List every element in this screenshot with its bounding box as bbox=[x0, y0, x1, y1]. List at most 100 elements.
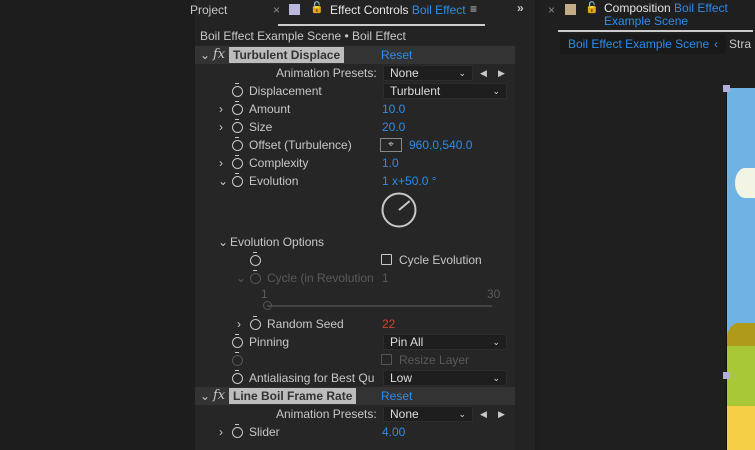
pinning-dropdown[interactable]: Pin All ⌄ bbox=[383, 334, 507, 350]
antialiasing-dropdown[interactable]: Low ⌄ bbox=[383, 370, 507, 386]
panel-menu-icon[interactable]: ≡ bbox=[470, 2, 477, 16]
stopwatch-icon[interactable] bbox=[232, 334, 243, 348]
evolution-angle-dial[interactable] bbox=[380, 191, 418, 229]
effect-name[interactable]: Turbulent Displace bbox=[229, 47, 345, 63]
chevron-down-icon: ⌄ bbox=[458, 409, 466, 419]
composition-panel: × 🔓 Composition Boil Effect Example Scen… bbox=[540, 0, 755, 450]
slider-max-label: 30 bbox=[487, 287, 501, 301]
presets-value: None bbox=[390, 407, 419, 421]
displacement-dropdown[interactable]: Turbulent ⌄ bbox=[383, 83, 507, 99]
stopwatch-icon[interactable] bbox=[250, 252, 261, 266]
group-label: Evolution Options bbox=[230, 235, 325, 249]
chevron-down-icon: ⌄ bbox=[458, 68, 466, 78]
breadcrumb-label: Boil Effect Example Scene bbox=[568, 37, 710, 51]
comp-breadcrumb-next[interactable]: Stra bbox=[729, 37, 751, 51]
param-label: Random Seed bbox=[267, 317, 344, 331]
stopwatch-icon bbox=[232, 352, 243, 366]
amount-value[interactable]: 10.0 bbox=[382, 100, 405, 118]
layer-handle-mid[interactable] bbox=[723, 372, 730, 379]
param-label: Evolution bbox=[249, 174, 299, 188]
prev-preset-icon[interactable]: ◀ bbox=[480, 64, 487, 82]
cycle-slider bbox=[267, 305, 492, 307]
tab-label: Effect Controls bbox=[330, 3, 409, 17]
tab-underline bbox=[278, 24, 485, 26]
effect-list: ⌄ fx Turbulent Displace Reset Animation … bbox=[195, 45, 515, 450]
dropdown-value: Turbulent bbox=[390, 84, 441, 98]
prev-preset-icon[interactable]: ◀ bbox=[480, 405, 487, 423]
size-value[interactable]: 20.0 bbox=[382, 118, 405, 136]
next-preset-icon[interactable]: ▶ bbox=[498, 64, 505, 82]
lock-icon[interactable]: 🔓 bbox=[310, 1, 324, 14]
project-tab[interactable]: Project bbox=[190, 3, 227, 17]
reset-button[interactable]: Reset bbox=[381, 387, 412, 405]
effect-header-line-boil-frame-rate[interactable]: ⌄ fx Line Boil Frame Rate Reset bbox=[195, 387, 515, 405]
lock-icon[interactable]: 🔓 bbox=[585, 1, 599, 14]
complexity-value[interactable]: 1.0 bbox=[382, 154, 399, 172]
overflow-chevrons-icon[interactable]: » bbox=[517, 1, 524, 15]
reset-button[interactable]: Reset bbox=[381, 46, 412, 64]
resize-layer-checkbox bbox=[381, 354, 392, 365]
close-tab-icon[interactable]: × bbox=[548, 3, 555, 17]
evolution-value[interactable]: 1 x+50.0 ° bbox=[382, 172, 437, 190]
param-slider: › Slider 4.00 bbox=[195, 423, 515, 441]
random-seed-value[interactable]: 22 bbox=[382, 315, 395, 333]
stopwatch-icon[interactable] bbox=[232, 137, 243, 151]
param-resize-layer: Resize Layer bbox=[195, 351, 515, 369]
param-label: Pinning bbox=[249, 335, 290, 349]
expand-chevron-icon[interactable]: › bbox=[237, 315, 241, 333]
stopwatch-icon[interactable] bbox=[232, 101, 243, 115]
param-displacement: Displacement Turbulent ⌄ bbox=[195, 82, 515, 100]
animation-presets-row: Animation Presets: None ⌄ ◀ ▶ bbox=[195, 64, 515, 82]
collapse-chevron-icon[interactable]: ⌄ bbox=[218, 233, 228, 251]
evolution-options-group[interactable]: ⌄ Evolution Options bbox=[195, 233, 515, 251]
layer-handle-top[interactable] bbox=[723, 85, 730, 92]
stopwatch-icon[interactable] bbox=[250, 316, 261, 330]
chevron-left-icon: ‹ bbox=[714, 37, 718, 51]
chevron-down-icon: ⌄ bbox=[492, 86, 500, 96]
presets-value: None bbox=[390, 66, 419, 80]
collapse-chevron-icon[interactable]: ⌄ bbox=[200, 387, 210, 405]
param-cycle: ⌄ Cycle (in Revolution 1 bbox=[195, 269, 515, 287]
chevron-down-icon: ⌄ bbox=[492, 373, 500, 383]
tab-layer-name: Boil Effect bbox=[411, 3, 466, 17]
slider-value[interactable]: 4.00 bbox=[382, 423, 405, 441]
grass bbox=[727, 346, 755, 406]
effect-header-turbulent-displace[interactable]: ⌄ fx Turbulent Displace Reset bbox=[195, 46, 515, 64]
presets-dropdown[interactable]: None ⌄ bbox=[383, 65, 473, 81]
expand-chevron-icon[interactable]: › bbox=[219, 423, 223, 441]
effect-controls-tab[interactable]: Effect Controls Boil Effect bbox=[330, 3, 466, 17]
close-tab-icon[interactable]: × bbox=[273, 3, 280, 17]
next-preset-icon[interactable]: ▶ bbox=[498, 405, 505, 423]
fx-icon[interactable]: fx bbox=[213, 46, 225, 64]
panel-color-swatch bbox=[565, 4, 576, 15]
expand-chevron-icon[interactable]: › bbox=[219, 154, 223, 172]
param-size: › Size 20.0 bbox=[195, 118, 515, 136]
effect-controls-panel: × 🔓 Effect Controls Boil Effect ≡ » Boil… bbox=[195, 0, 535, 450]
expand-chevron-icon[interactable]: › bbox=[219, 118, 223, 136]
composition-tab[interactable]: Composition Boil Effect Example Scene bbox=[604, 2, 752, 28]
stopwatch-icon[interactable] bbox=[232, 370, 243, 384]
fx-icon[interactable]: fx bbox=[213, 387, 225, 405]
crosshair-point-icon[interactable]: ⌖ bbox=[380, 138, 402, 152]
stopwatch-icon[interactable] bbox=[232, 424, 243, 438]
cycle-evolution-checkbox[interactable] bbox=[381, 254, 392, 265]
collapse-chevron-icon: ⌄ bbox=[236, 271, 247, 285]
presets-label: Animation Presets: bbox=[276, 66, 377, 80]
expand-chevron-icon[interactable]: › bbox=[219, 100, 223, 118]
effect-name[interactable]: Line Boil Frame Rate bbox=[229, 388, 357, 404]
tab-label: Composition bbox=[604, 1, 671, 15]
stopwatch-icon[interactable] bbox=[232, 83, 243, 97]
param-pinning: Pinning Pin All ⌄ bbox=[195, 333, 515, 351]
cycle-value: 1 bbox=[382, 271, 389, 285]
param-complexity: › Complexity 1.0 bbox=[195, 154, 515, 172]
param-label: Amount bbox=[249, 102, 291, 116]
comp-breadcrumb-active[interactable]: Boil Effect Example Scene ‹ bbox=[560, 34, 726, 54]
stopwatch-icon[interactable] bbox=[232, 155, 243, 169]
offset-value[interactable]: 960.0,540.0 bbox=[409, 136, 472, 154]
collapse-chevron-icon[interactable]: ⌄ bbox=[200, 46, 210, 64]
collapse-chevron-icon[interactable]: ⌄ bbox=[218, 172, 228, 190]
presets-dropdown[interactable]: None ⌄ bbox=[383, 406, 473, 422]
stopwatch-icon[interactable] bbox=[232, 119, 243, 133]
cloud bbox=[735, 168, 755, 198]
stopwatch-icon[interactable] bbox=[232, 173, 243, 187]
